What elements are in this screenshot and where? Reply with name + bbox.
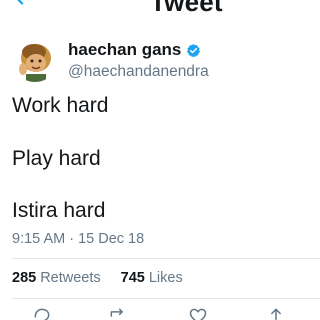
divider (12, 258, 320, 259)
verified-badge-icon (187, 43, 201, 57)
divider (12, 298, 320, 299)
tweet-text-line-1: Work hard (12, 94, 109, 117)
retweets-count: 285 (12, 270, 37, 286)
likes-label: Likes (148, 270, 183, 286)
tweet-text-line-2: Play hard (12, 147, 101, 170)
tweet-text-line-3: Istira hard (12, 199, 106, 222)
page-title: Tweet (150, 0, 223, 17)
reply-icon[interactable] (32, 306, 52, 320)
share-icon[interactable] (266, 306, 286, 320)
retweets-stat[interactable]: 285 Retweets (12, 270, 101, 286)
retweets-label: Retweets (40, 270, 101, 286)
author-name-row[interactable]: haechan gans (68, 40, 201, 60)
back-arrow-icon[interactable] (12, 0, 34, 8)
tweet-stats: 285 Retweets 745 Likes (12, 270, 203, 286)
tweet-detail-screen: Tweet haechan gans @haechandanendra Work… (0, 0, 320, 320)
likes-stat[interactable]: 745 Likes (121, 270, 183, 286)
avatar[interactable] (12, 36, 58, 82)
like-icon[interactable] (188, 306, 208, 320)
top-bar: Tweet (0, 0, 320, 24)
display-name[interactable]: haechan gans (68, 40, 181, 60)
retweet-icon[interactable] (108, 306, 128, 320)
author-handle[interactable]: @haechandanendra (68, 63, 209, 81)
likes-count: 745 (120, 270, 145, 286)
tweet-timestamp: 9:15 AM · 15 Dec 18 (12, 231, 145, 247)
